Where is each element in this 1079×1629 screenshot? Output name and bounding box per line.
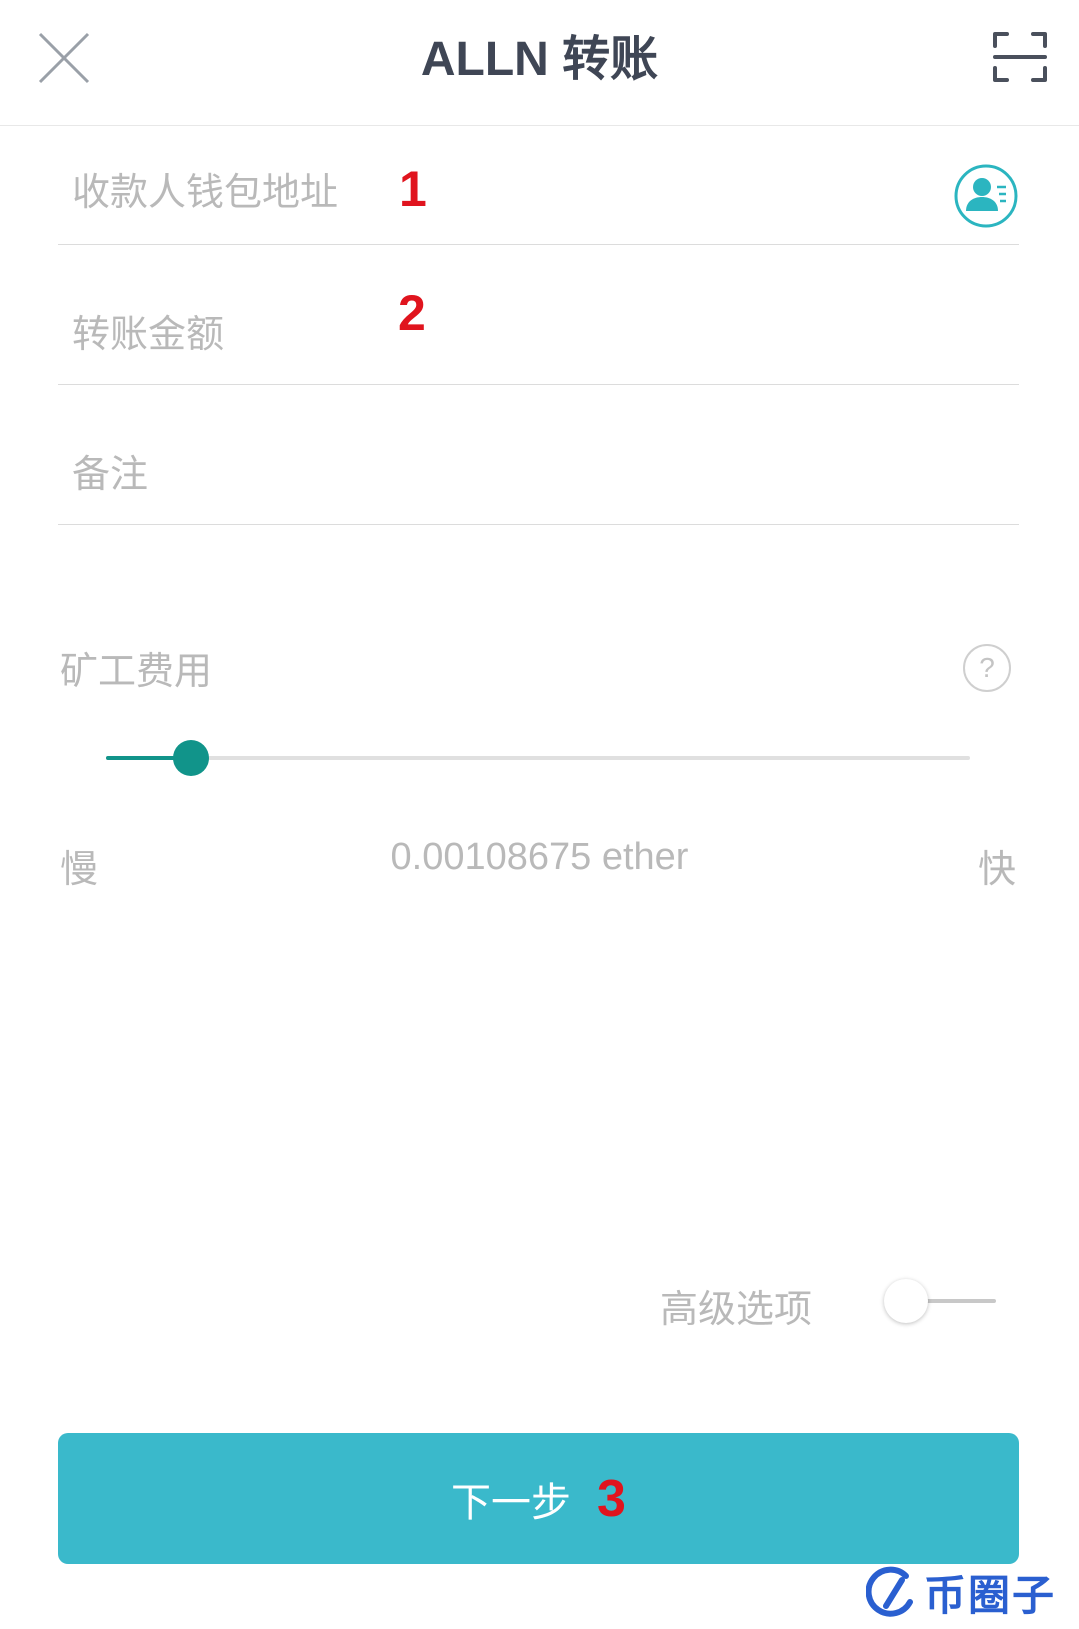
page-title: ALLN 转账 bbox=[420, 33, 659, 86]
watermark-text: 币圈子 bbox=[924, 1570, 1057, 1620]
advanced-options-toggle[interactable] bbox=[884, 1277, 996, 1325]
amount-field: 2 bbox=[58, 284, 1019, 385]
next-step-button[interactable]: 下一步 3 bbox=[58, 1433, 1019, 1564]
question-circle-icon[interactable]: ? bbox=[963, 644, 1011, 692]
amount-input[interactable] bbox=[72, 304, 852, 364]
advanced-options-label: 高级选项 bbox=[660, 1287, 813, 1331]
watermark: 币圈子 bbox=[866, 1560, 1056, 1624]
recipient-address-input[interactable] bbox=[72, 162, 852, 222]
step-marker-2: 2 bbox=[398, 285, 426, 341]
slider-track bbox=[106, 756, 970, 760]
header-bar: ALLN 转账 bbox=[0, 0, 1079, 126]
memo-input[interactable] bbox=[72, 444, 852, 504]
fast-label: 快 bbox=[978, 847, 1017, 891]
step-marker-3: 3 bbox=[597, 1469, 626, 1528]
memo-field bbox=[58, 424, 1019, 525]
step-marker-1: 1 bbox=[399, 161, 427, 217]
scan-button[interactable] bbox=[993, 30, 1047, 84]
recipient-address-field: 1 bbox=[58, 148, 1019, 245]
next-step-label: 下一步 bbox=[451, 1479, 572, 1526]
contact-book-button[interactable] bbox=[953, 163, 1019, 229]
toggle-knob bbox=[884, 1279, 928, 1323]
scan-icon bbox=[993, 32, 1047, 82]
contact-book-icon bbox=[954, 164, 1018, 228]
miner-fee-label: 矿工费用 bbox=[60, 649, 213, 693]
miner-fee-slider[interactable] bbox=[106, 740, 970, 776]
logo-icon bbox=[866, 1566, 913, 1617]
miner-fee-value: 0.00108675 ether bbox=[390, 836, 689, 878]
slider-thumb[interactable] bbox=[173, 740, 209, 776]
